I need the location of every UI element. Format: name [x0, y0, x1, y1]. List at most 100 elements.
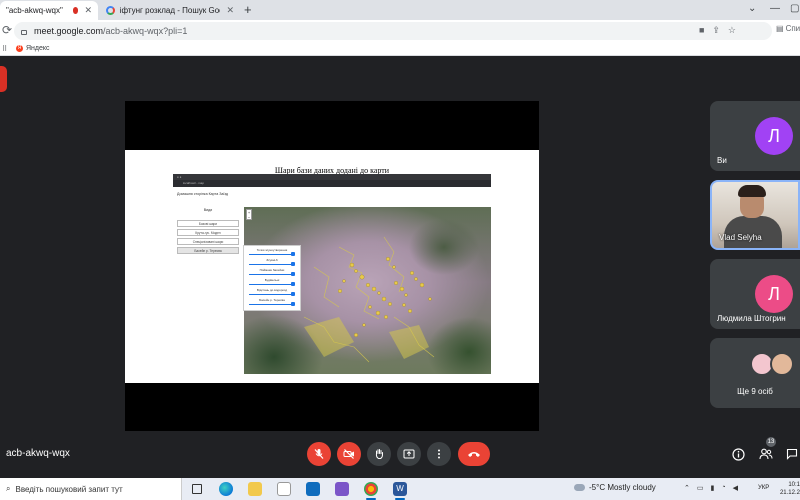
chat-button[interactable]: [784, 446, 800, 462]
slide-app-nav: Домашня сторінка Карта Заїзд: [173, 187, 491, 202]
apps-icon[interactable]: ⠿: [2, 45, 7, 53]
battery-icon[interactable]: ▮: [711, 484, 715, 492]
layer-opacity-slider: [249, 254, 293, 255]
mic-off-button[interactable]: [307, 442, 331, 466]
participant-tile-video[interactable]: Vlad Selyha: [710, 180, 800, 250]
meeting-details-button[interactable]: [730, 446, 746, 462]
layer-label: Басейн р. Тересва: [259, 298, 285, 302]
raise-hand-button[interactable]: [367, 442, 391, 466]
layer-label: Будівельні: [264, 278, 280, 282]
reading-list-icon: ▤: [776, 24, 784, 33]
layer-row: Будівельні: [247, 278, 297, 288]
slide-browser-url: localhost/...map: [173, 180, 491, 187]
participant-tile-self[interactable]: Л Ви: [710, 101, 800, 171]
slide-browser-screenshot: ● ● localhost/...map Домашня сторінка Ка…: [173, 174, 491, 202]
weather-widget[interactable]: -5°C Mostly cloudy: [574, 483, 656, 492]
windows-taskbar: ⌕ Введіть пошуковий запит тут W -5°C Mos…: [0, 478, 800, 500]
hangup-icon: [468, 452, 480, 457]
camera-off-button[interactable]: [337, 442, 361, 466]
tab-google-search[interactable]: іфтунг розклад - Пошук Google ✕: [100, 1, 240, 20]
wifi-icon[interactable]: ◔: [721, 484, 725, 492]
weather-text: -5°C Mostly cloudy: [589, 483, 656, 492]
more-participants-label: Ще 9 осіб: [737, 387, 773, 396]
tray-overflow-icon[interactable]: ⌃: [684, 484, 690, 492]
recording-icon: [72, 7, 79, 14]
url-host: meet.google.com: [34, 26, 104, 36]
more-options-button[interactable]: [427, 442, 451, 466]
present-screen-button[interactable]: [397, 442, 421, 466]
language-indicator[interactable]: УКР: [758, 485, 769, 491]
participant-name: Людмила Штогрин: [717, 314, 786, 323]
minimize-icon[interactable]: —: [770, 3, 780, 14]
leave-call-button[interactable]: [458, 442, 490, 466]
bookmark-yandex[interactable]: Я Яндекс: [16, 45, 50, 52]
network-icon[interactable]: ▭: [697, 484, 704, 492]
people-button[interactable]: [758, 446, 774, 462]
new-tab-button[interactable]: +: [244, 2, 252, 17]
chat-icon: [786, 448, 798, 460]
slide-sidebar-item: Спеціалізовані шари: [177, 238, 239, 245]
slider-knob: [291, 292, 295, 296]
clock-date: 21.12.2: [779, 490, 800, 496]
slider-knob: [291, 262, 295, 266]
info-icon: [731, 447, 745, 461]
avatar: [770, 352, 794, 376]
layer-label: Точки зсуноутворення: [256, 248, 288, 252]
avatar: Л: [755, 275, 793, 313]
edge-icon[interactable]: [219, 482, 233, 496]
video-person-hair: [738, 185, 766, 197]
avatar: Л: [755, 117, 793, 155]
recording-indicator[interactable]: [0, 66, 7, 92]
slider-knob: [291, 282, 295, 286]
slide-sidebar-title: Види: [203, 208, 213, 212]
google-icon: [106, 6, 115, 15]
address-bar[interactable]: meet.google.com/acb-akwq-wqx?pli=1 ■ ⇪ ☆: [14, 22, 772, 40]
close-tab-icon[interactable]: ✕: [84, 5, 92, 16]
participant-tile-more[interactable]: Ще 9 осіб: [710, 338, 800, 408]
tab-meet[interactable]: "acb-akwq-wqx" ✕: [0, 1, 98, 20]
layer-row: Поймнах басейни: [247, 268, 297, 278]
store-icon[interactable]: [277, 482, 291, 496]
reload-icon[interactable]: ⟳: [2, 23, 12, 37]
taskbar-search-placeholder: Введіть пошуковий запит тут: [15, 484, 123, 494]
bookmark-yandex-label: Яндекс: [26, 45, 50, 52]
side-panel-button[interactable]: ▤ Спи: [776, 24, 800, 33]
address-url: meet.google.com/acb-akwq-wqx?pli=1: [34, 26, 187, 36]
meeting-code: acb-akwq-wqx: [6, 448, 70, 459]
participant-tile[interactable]: Л Людмила Штогрин: [710, 259, 800, 329]
layer-label: Поймнах басейни: [259, 268, 285, 272]
maximize-icon[interactable]: ▢: [790, 3, 799, 14]
yandex-icon: Я: [16, 45, 23, 52]
slide-sidebar-item: Базові шари: [177, 220, 239, 227]
camera-in-use-icon[interactable]: ■: [699, 25, 704, 36]
participant-name: Vlad Selyha: [719, 233, 762, 242]
browser-tab-strip: "acb-akwq-wqx" ✕ іфтунг розклад - Пошук …: [0, 0, 800, 20]
slider-knob: [291, 302, 295, 306]
share-icon[interactable]: ⇪: [712, 25, 720, 36]
browser-toolbar: ⟳ meet.google.com/acb-akwq-wqx?pli=1 ■ ⇪…: [0, 20, 800, 42]
layer-opacity-slider: [249, 304, 293, 305]
task-view-icon[interactable]: [192, 484, 202, 494]
system-tray: ⌃ ▭ ▮ ◔ ◀: [684, 484, 738, 492]
word-icon[interactable]: W: [393, 482, 407, 496]
layer-opacity-slider: [249, 274, 293, 275]
cloud-icon: [574, 484, 585, 491]
tab-search-icon[interactable]: ⌄: [748, 3, 756, 14]
volume-icon[interactable]: ◀: [733, 484, 738, 492]
app-icon[interactable]: [335, 482, 349, 496]
taskbar-clock[interactable]: 10:1 21.12.2: [775, 481, 800, 497]
participant-name: Ви: [717, 156, 727, 165]
close-tab-icon[interactable]: ✕: [226, 5, 234, 16]
slide-map-sidebar: Види Базові шари Крута-гус. Модел Спеціа…: [173, 202, 243, 372]
camera-off-icon: [343, 449, 354, 459]
layer-opacity-slider: [249, 264, 293, 265]
tab-search-label: іфтунг розклад - Пошук Google: [119, 6, 221, 15]
bookmark-star-icon[interactable]: ☆: [728, 25, 736, 36]
presentation-stage: Шари бази даних додані до карти ● ● loca…: [125, 101, 539, 431]
taskbar-search-box[interactable]: ⌕ Введіть пошуковий запит тут: [0, 478, 182, 500]
mail-icon[interactable]: [306, 482, 320, 496]
file-explorer-icon[interactable]: [248, 482, 262, 496]
layer-row: Відстань до водорозд: [247, 288, 297, 298]
people-icon: [759, 448, 773, 460]
chrome-icon[interactable]: [364, 482, 378, 496]
